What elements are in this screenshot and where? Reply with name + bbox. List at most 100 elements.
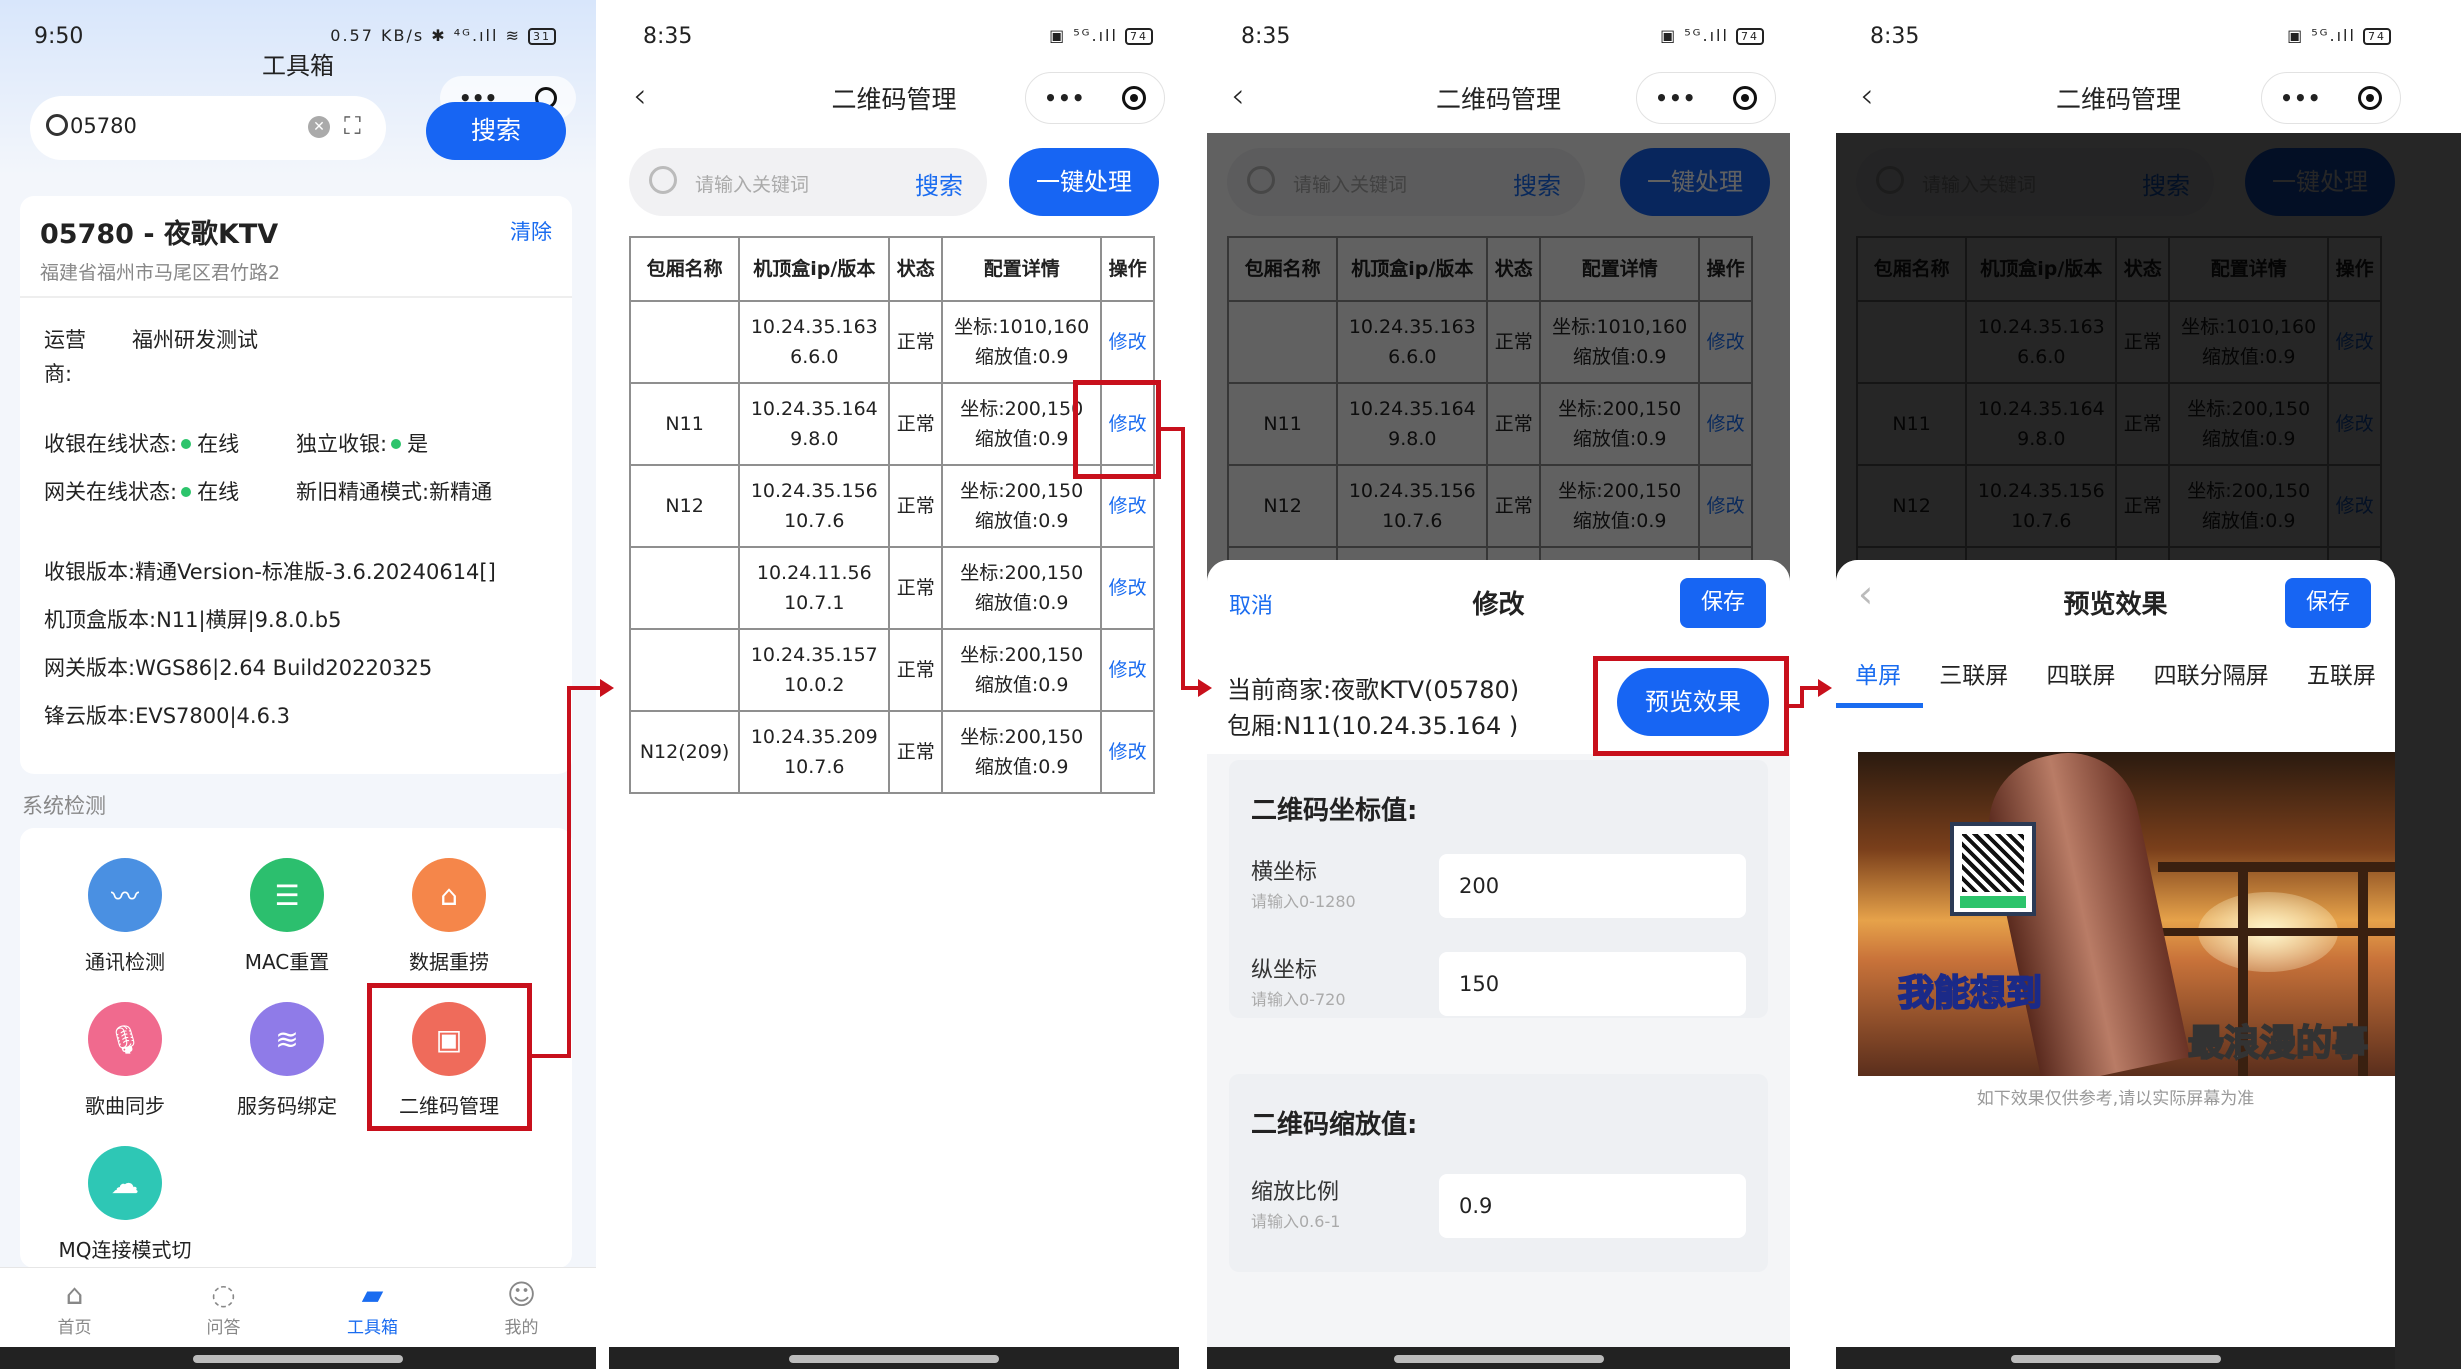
tool-label: MQ连接模式切 (58, 1238, 192, 1262)
more-icon[interactable]: ••• (1044, 86, 1085, 110)
scale-input[interactable]: 0.9 (1439, 1174, 1746, 1238)
connector-line (532, 1054, 570, 1058)
cashier-version: 收银版本:精通Version-标准版-3.6.20240614[] (44, 560, 496, 584)
close-icon[interactable] (2357, 86, 2382, 110)
mode-row: 新旧精通模式:新精通 (296, 476, 492, 506)
tab-qa[interactable]: ◌ 问答 (149, 1268, 298, 1347)
tab-five[interactable]: 五联屏 (2307, 638, 2376, 708)
miniprogram-capsule[interactable]: ••• (1025, 72, 1165, 124)
operator-label-2: 商: (44, 362, 73, 386)
y-hint: 请输入0-720 (1251, 990, 1346, 1009)
highlight-qrcode-tool (367, 983, 532, 1131)
battery-icon: 74 (2363, 28, 2391, 45)
stb-version: 10.7.6 (784, 756, 845, 778)
signal-icon: ▣ ⁵ᴳ.ıll (1049, 26, 1118, 45)
scan-icon[interactable]: ⛶ (344, 112, 361, 140)
miniprogram-capsule[interactable]: ••• (2261, 72, 2401, 124)
ip-cell: 10.24.35.164 9.8.0 (738, 382, 891, 466)
more-icon[interactable]: ••• (1655, 86, 1696, 110)
search-button[interactable]: 搜索 (426, 102, 566, 160)
gateway-version: 网关版本:WGS86|2.64 Build20220325 (44, 656, 433, 680)
stb-ip: 10.24.35.164 (750, 398, 878, 420)
save-button[interactable]: 保存 (2285, 578, 2371, 628)
search-input[interactable]: 请输入关键词 搜索 (629, 148, 987, 216)
screen-mode-tabs: 单屏 三联屏 四联屏 四联分隔屏 五联屏 (1836, 638, 2395, 708)
arrow-icon (1198, 679, 1212, 697)
tool-label: 数据重捞 (409, 950, 489, 974)
edit-link[interactable]: 修改 (1100, 546, 1155, 630)
close-icon[interactable] (1121, 86, 1146, 110)
edit-link[interactable]: 修改 (1100, 710, 1155, 794)
one-key-button[interactable]: 一键处理 (1009, 148, 1159, 216)
lyric-line-2: 最浪漫的事 (2187, 1022, 2369, 1065)
clear-input-icon[interactable]: ✕ (308, 116, 330, 138)
scale-block-title: 二维码缩放值: (1251, 1110, 1418, 1140)
current-merchant: 当前商家:夜歌KTV(05780) (1227, 676, 1520, 704)
independent-row: 独立收银: 是 (296, 428, 428, 458)
column-header: 包厢名称 (628, 236, 741, 302)
coord-value: 坐标:200,150 (960, 562, 1084, 584)
tab-quad-split[interactable]: 四联分隔屏 (2154, 638, 2269, 708)
ip-cell: 10.24.11.56 10.7.1 (738, 546, 891, 630)
connector-line (567, 686, 603, 690)
status-time: 8:35 (643, 24, 693, 49)
status-time: 8:35 (1241, 24, 1291, 49)
close-icon[interactable] (1732, 86, 1757, 110)
reset-icon: ☰ (250, 858, 324, 932)
edit-link[interactable]: 修改 (1100, 300, 1155, 384)
more-icon[interactable]: ••• (2280, 86, 2321, 110)
coord-block: 二维码坐标值: 横坐标 请输入0-1280 200 纵坐标 请输入0-720 1… (1229, 760, 1768, 1018)
tab-toolbox[interactable]: ▰ 工具箱 (298, 1268, 447, 1347)
independent-value: 是 (407, 432, 429, 456)
tool-mac-reset[interactable]: ☰ MAC重置 (212, 858, 362, 975)
tab-mine[interactable]: ☺ 我的 (447, 1268, 596, 1347)
online-dot-icon (181, 439, 192, 449)
room-cell: N11 (628, 382, 741, 466)
tool-data-refetch[interactable]: ⌂ 数据重捞 (374, 858, 524, 975)
x-label: 横坐标 (1251, 860, 1318, 885)
config-cell: 坐标:200,150 缩放值:0.9 (941, 710, 1103, 794)
stb-version: 10.0.2 (784, 674, 845, 696)
search-value: 05780 (70, 114, 137, 138)
stb-version: 机顶盒版本:N11|横屏|9.8.0.b5 (44, 608, 342, 632)
tool-song-sync[interactable]: 🎙 歌曲同步 (50, 1002, 200, 1119)
tool-mq-mode[interactable]: ☁ MQ连接模式切 (50, 1146, 200, 1263)
column-header: 状态 (888, 236, 944, 302)
tab-home[interactable]: ⌂ 首页 (0, 1268, 149, 1347)
search-button[interactable]: 搜索 (915, 166, 963, 201)
y-input[interactable]: 150 (1439, 952, 1746, 1016)
stb-version: 10.7.6 (784, 510, 845, 532)
tab-quad[interactable]: 四联屏 (2046, 638, 2115, 708)
miniprogram-capsule[interactable]: ••• (1636, 72, 1776, 124)
home-indicator[interactable] (789, 1355, 999, 1363)
home-indicator[interactable] (193, 1355, 403, 1363)
battery-icon: 31 (528, 28, 556, 45)
scale-value: 缩放值:0.9 (974, 756, 1069, 778)
tab-triple[interactable]: 三联屏 (1939, 638, 2008, 708)
mic-icon: 🎙 (88, 1002, 162, 1076)
qrcode-icon (1950, 822, 2036, 916)
tool-comm-check[interactable]: 〰通讯检测 (50, 858, 200, 975)
current-room: 包厢:N11(10.24.35.164 ) (1227, 712, 1519, 740)
toolbox-screen: 9:50 0.57 KB/s ✱ ⁴ᴳ.ıll ≋ 31 工具箱 ••• 057… (0, 0, 596, 1369)
tab-label: 问答 (206, 1318, 241, 1338)
status-cell: 正常 (888, 546, 944, 630)
cloud-icon: ☁ (88, 1146, 162, 1220)
tool-service-bind[interactable]: ≋ 服务码绑定 (212, 1002, 362, 1119)
preview-sheet: ‹ 预览效果 保存 单屏 三联屏 四联屏 四联分隔屏 五联屏 我能想到 最浪漫的… (1836, 560, 2395, 1369)
save-button[interactable]: 保存 (1680, 578, 1766, 628)
coord-value: 坐标:200,150 (960, 644, 1084, 666)
column-header: 机顶盒ip/版本 (738, 236, 891, 302)
tab-single[interactable]: 单屏 (1836, 638, 1924, 708)
search-input[interactable]: 05780 ✕ ⛶ (30, 96, 386, 160)
x-input[interactable]: 200 (1439, 854, 1746, 918)
arrow-icon (600, 679, 614, 697)
room-cell (628, 546, 741, 630)
edit-link[interactable]: 修改 (1100, 628, 1155, 712)
home-indicator[interactable] (1393, 1355, 1604, 1363)
tool-label: 通讯检测 (85, 950, 165, 974)
home-indicator[interactable] (2010, 1355, 2221, 1363)
tab-label: 工具箱 (347, 1318, 398, 1338)
status-cell: 正常 (888, 300, 944, 384)
clear-link[interactable]: 清除 (510, 216, 552, 246)
